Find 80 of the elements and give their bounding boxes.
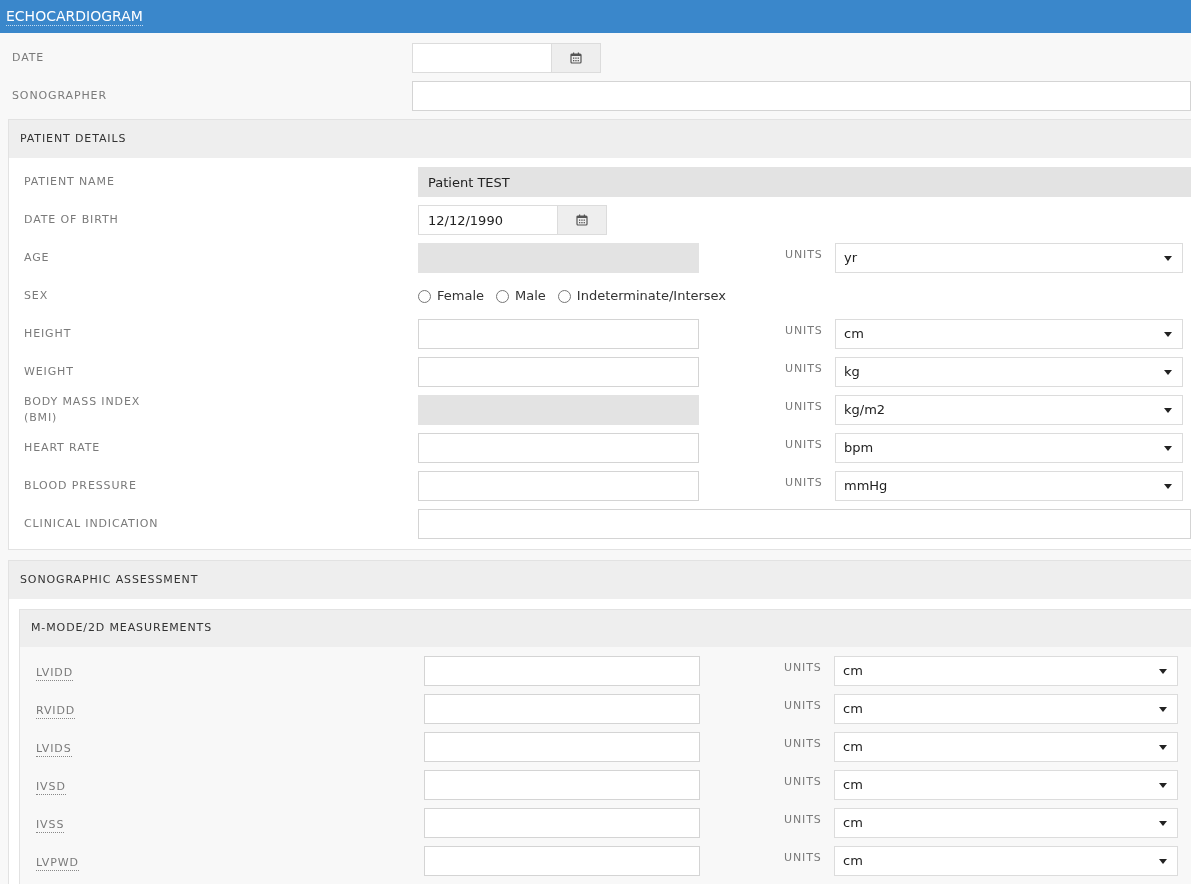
caret-icon: [1159, 782, 1167, 788]
field-label: WEIGHT: [24, 364, 75, 380]
radio-label[interactable]: Female: [437, 286, 484, 306]
units-label: UNITS: [784, 659, 823, 676]
field-label: CLINICAL INDICATION: [24, 516, 160, 532]
units-label: UNITS: [785, 360, 824, 377]
text-field[interactable]: [418, 319, 699, 349]
text-field[interactable]: [418, 433, 699, 463]
caret-icon: [1164, 407, 1172, 413]
field-label: PATIENT NAME: [24, 174, 116, 190]
field-label: HEART RATE: [24, 440, 102, 456]
units-dropdown[interactable]: kg: [835, 357, 1183, 387]
caret-icon: [1164, 255, 1172, 261]
field-label: HEIGHT: [24, 326, 73, 342]
field-label: LVIDD: [36, 666, 74, 681]
units-dropdown[interactable]: cm: [834, 732, 1178, 762]
field-label: RVIDD: [36, 704, 76, 719]
page-title: ECHOCARDIOGRAM: [6, 7, 143, 26]
caret-icon: [1159, 744, 1167, 750]
calendar-button[interactable]: [558, 205, 607, 235]
units-dropdown[interactable]: bpm: [835, 433, 1183, 463]
units-dropdown[interactable]: cm: [834, 770, 1178, 800]
caret-icon: [1159, 668, 1167, 674]
caret-icon: [1164, 483, 1172, 489]
units-dropdown[interactable]: cm: [834, 694, 1178, 724]
field-label: DATE OF BIRTH: [24, 212, 120, 228]
radio-button[interactable]: [496, 289, 509, 303]
text-field[interactable]: [418, 357, 699, 387]
section-title: PATIENT DETAILS: [20, 130, 127, 147]
field-label: IVSD: [36, 780, 66, 795]
text-field[interactable]: [424, 808, 700, 838]
calendar-button[interactable]: [552, 43, 601, 73]
units-label: UNITS: [784, 849, 823, 866]
field-label: SEX: [24, 288, 50, 304]
caret-icon: [1164, 369, 1172, 375]
units-label: UNITS: [785, 474, 824, 491]
field-label: LVIDS: [36, 742, 72, 757]
radio-label[interactable]: Male: [515, 286, 546, 306]
text-field[interactable]: [424, 770, 700, 800]
calendar-icon: [570, 52, 582, 64]
text-field[interactable]: [424, 846, 700, 876]
text-field[interactable]: [418, 471, 699, 501]
date-field[interactable]: [412, 43, 552, 73]
units-label: UNITS: [785, 398, 824, 415]
caret-icon: [1159, 858, 1167, 864]
text-field[interactable]: [412, 81, 1191, 111]
date-field[interactable]: 12/12/1990: [418, 205, 558, 235]
calendar-icon: [576, 214, 588, 226]
text-field[interactable]: [418, 509, 1191, 539]
units-label: UNITS: [785, 246, 824, 263]
text-field[interactable]: [424, 732, 700, 762]
caret-icon: [1159, 820, 1167, 826]
units-label: UNITS: [784, 811, 823, 828]
field-label: IVSS: [36, 818, 65, 833]
units-dropdown[interactable]: cm: [835, 319, 1183, 349]
units-label: UNITS: [785, 436, 824, 453]
caret-icon: [1164, 331, 1172, 337]
caret-icon: [1159, 706, 1167, 712]
units-dropdown[interactable]: cm: [834, 846, 1178, 876]
units-dropdown[interactable]: cm: [834, 656, 1178, 686]
units-dropdown[interactable]: mmHg: [835, 471, 1183, 501]
units-label: UNITS: [785, 322, 824, 339]
radio-button[interactable]: [418, 289, 431, 303]
section-title: M-MODE/2D MEASUREMENTS: [31, 620, 213, 637]
caret-icon: [1164, 445, 1172, 451]
field-label: BLOOD PRESSURE: [24, 478, 138, 494]
units-label: UNITS: [784, 697, 823, 714]
field-label: BODY MASS INDEX (BMI): [24, 394, 142, 426]
section-title: SONOGRAPHIC ASSESSMENT: [20, 571, 199, 588]
text-field[interactable]: [424, 694, 700, 724]
text-field[interactable]: [424, 656, 700, 686]
field-label: AGE: [24, 250, 51, 266]
radio-label[interactable]: Indeterminate/Intersex: [576, 286, 727, 306]
units-label: UNITS: [784, 735, 823, 752]
field-label: SONOGRAPHER: [12, 89, 107, 102]
field-label: DATE: [12, 51, 45, 64]
radio-button[interactable]: [557, 289, 571, 303]
field-label: LVPWD: [36, 856, 79, 871]
units-dropdown[interactable]: cm: [834, 808, 1178, 838]
units-label: UNITS: [784, 773, 823, 790]
